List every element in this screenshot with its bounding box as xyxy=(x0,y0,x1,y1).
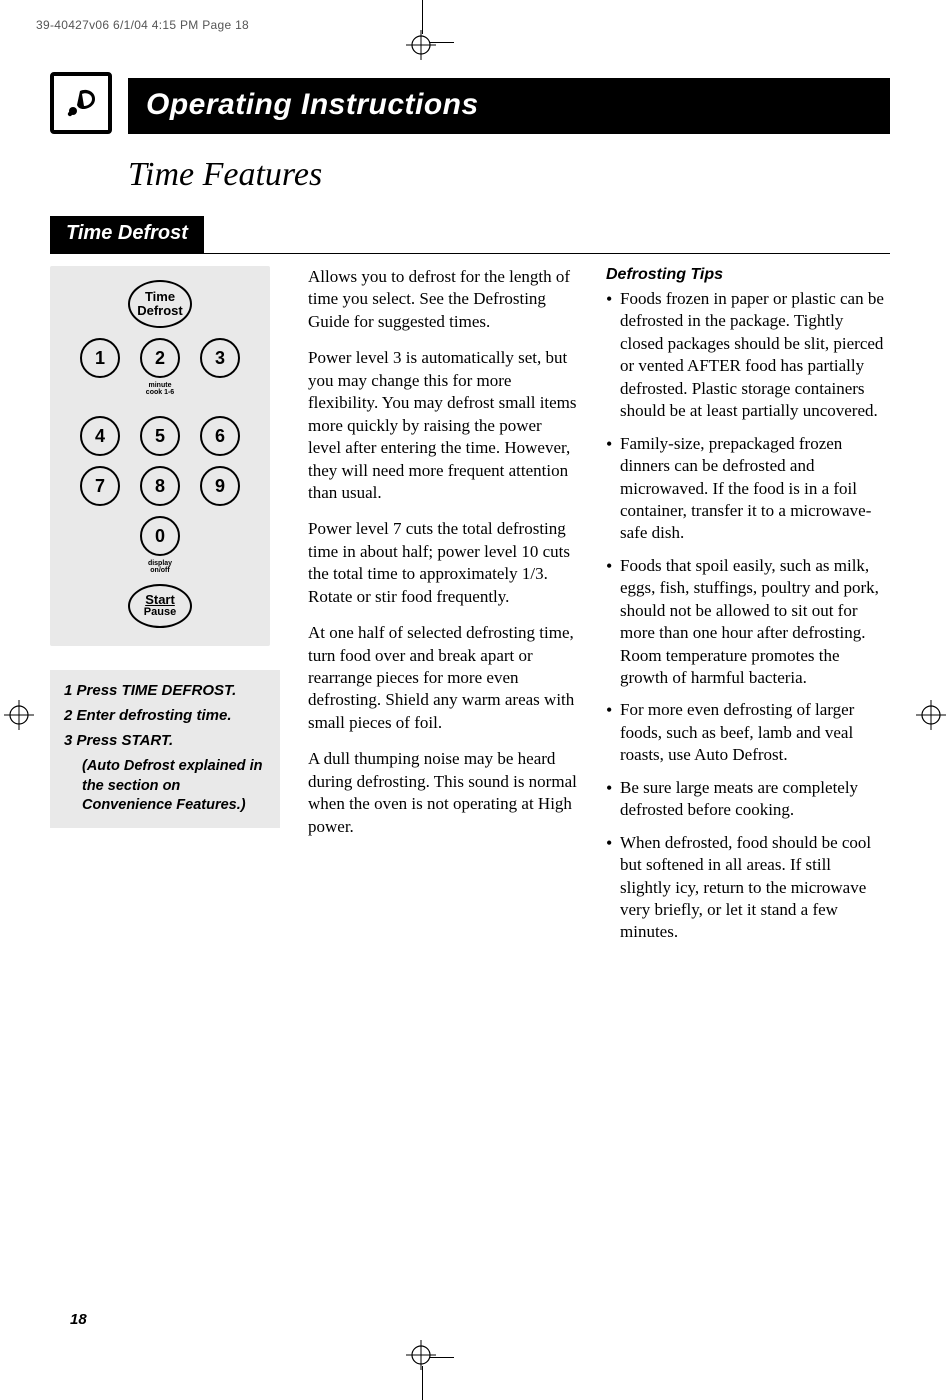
body-column-right: Defrosting Tips Foods frozen in paper or… xyxy=(606,266,884,954)
tip-2: Family-size, prepackaged frozen dinners … xyxy=(606,433,884,545)
step-3: 3 Press START. xyxy=(64,732,266,749)
keypad-9: 9 xyxy=(200,466,240,506)
mid-para-1: Allows you to defrost for the length of … xyxy=(308,266,578,333)
start-label: Start xyxy=(145,593,175,606)
keypad-0: 0 xyxy=(140,516,180,556)
keypad-3: 3 xyxy=(200,338,240,378)
steps-note: (Auto Defrost explained in the section o… xyxy=(64,757,266,816)
keypad-5: 5 xyxy=(140,416,180,456)
printers-marks-top: 39-40427v06 6/1/04 4:15 PM Page 18 xyxy=(0,0,950,80)
tip-3: Foods that spoil easily, such as milk, e… xyxy=(606,555,884,690)
finger-press-icon xyxy=(50,72,112,134)
registration-mark-left xyxy=(4,700,34,730)
mid-para-2: Power level 3 is automatically set, but … xyxy=(308,347,578,504)
section-tab-time-defrost: Time Defrost xyxy=(50,216,204,253)
start-pause-button-graphic: Start Pause xyxy=(128,584,192,628)
keypad-7: 7 xyxy=(80,466,120,506)
time-defrost-button-graphic: Time Defrost xyxy=(128,280,192,328)
body-column-middle: Allows you to defrost for the length of … xyxy=(308,266,578,954)
steps-box: 1 Press TIME DEFROST. 2 Enter defrosting… xyxy=(50,670,280,828)
step-2: 2 Enter defrosting time. xyxy=(64,707,266,724)
mid-para-5: A dull thumping noise may be heard durin… xyxy=(308,748,578,838)
registration-mark-right xyxy=(916,700,946,730)
caption-display-onoff: display on/off xyxy=(140,560,180,574)
time-defrost-label-2: Defrost xyxy=(137,304,183,318)
page-subtitle: Time Features xyxy=(128,156,890,194)
crop-mark-top-v xyxy=(422,0,423,34)
section-rule xyxy=(50,253,890,254)
keypad-4: 4 xyxy=(80,416,120,456)
keypad-2: 2 xyxy=(140,338,180,378)
registration-mark-bottom xyxy=(406,1340,436,1370)
mid-para-3: Power level 7 cuts the total defrosting … xyxy=(308,518,578,608)
registration-mark-top xyxy=(406,30,436,60)
caption-minute-cook: minute cook 1-6 xyxy=(140,382,180,396)
time-defrost-label-1: Time xyxy=(145,290,175,304)
pause-label: Pause xyxy=(144,606,176,618)
header-bar-title: Operating Instructions xyxy=(128,78,890,134)
crop-mark-bottom-v xyxy=(422,1366,423,1400)
tip-1: Foods frozen in paper or plastic can be … xyxy=(606,288,884,423)
mid-para-4: At one half of selected defrosting time,… xyxy=(308,622,578,734)
tip-5: Be sure large meats are completely defro… xyxy=(606,777,884,822)
defrosting-tips-heading: Defrosting Tips xyxy=(606,266,884,284)
page-number: 18 xyxy=(70,1311,87,1328)
keypad-graphic: Time Defrost 1 2 3 minute cook 1-6 4 5 6… xyxy=(50,266,270,646)
tip-4: For more even defrosting of larger foods… xyxy=(606,699,884,766)
tip-6: When defrosted, food should be cool but … xyxy=(606,832,884,944)
step-1: 1 Press TIME DEFROST. xyxy=(64,682,266,699)
keypad-8: 8 xyxy=(140,466,180,506)
print-header-text: 39-40427v06 6/1/04 4:15 PM Page 18 xyxy=(36,18,249,32)
keypad-6: 6 xyxy=(200,416,240,456)
keypad-1: 1 xyxy=(80,338,120,378)
